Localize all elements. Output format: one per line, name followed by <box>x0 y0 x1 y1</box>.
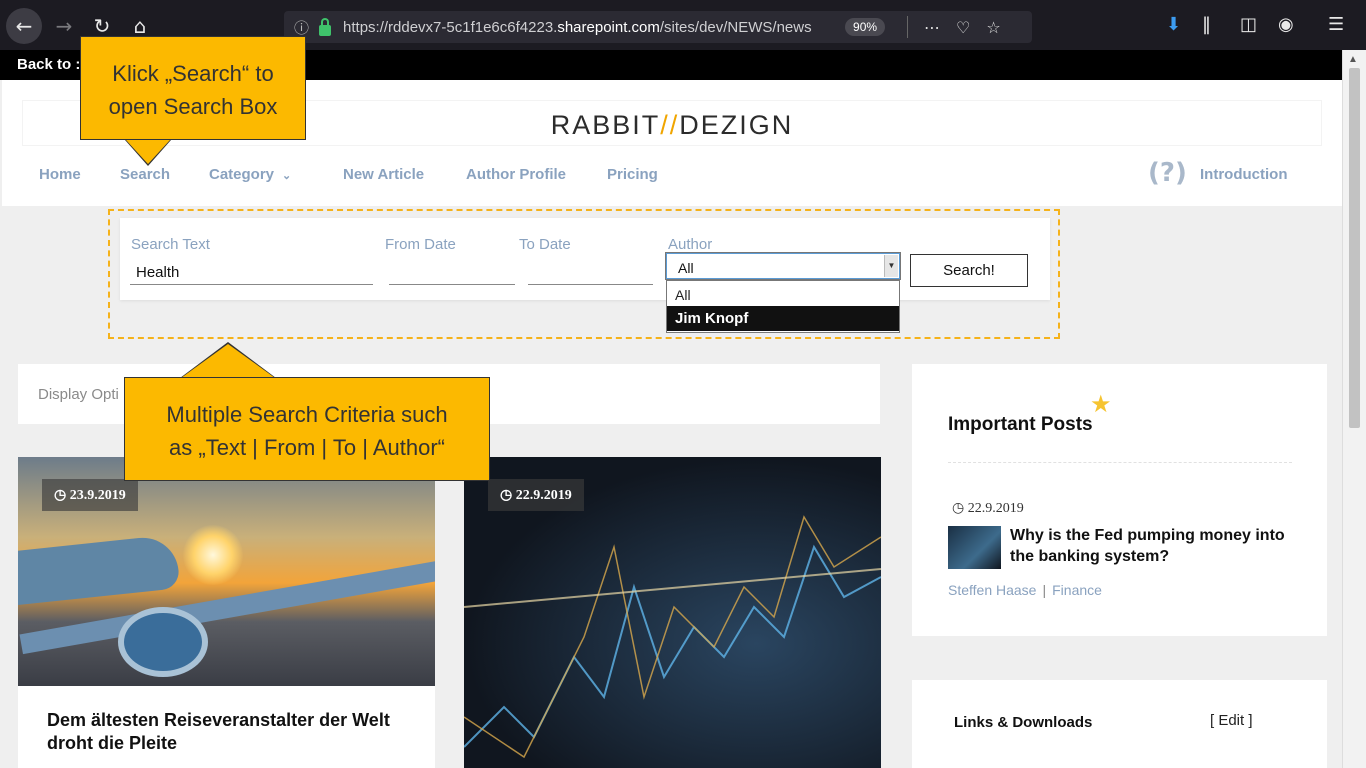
edit-link[interactable]: [ Edit ] <box>1210 712 1253 729</box>
menu-icon[interactable]: ☰ <box>1328 14 1344 35</box>
author-option-all[interactable]: All <box>667 281 899 306</box>
from-date-input[interactable] <box>389 284 515 285</box>
search-text-underline[interactable] <box>130 284 373 285</box>
search-callout-line2: open Search Box <box>108 94 278 119</box>
sun-shape <box>183 525 243 585</box>
page-scrollbar[interactable]: ▲ <box>1342 50 1366 768</box>
date-badge: ◷ 22.9.2019 <box>488 479 584 511</box>
clock-icon: ◷ <box>500 488 513 503</box>
meta-separator: | <box>1042 582 1047 598</box>
clock-icon: ◷ <box>54 488 67 503</box>
dropdown-arrow-icon[interactable]: ▼ <box>884 255 898 277</box>
help-icon[interactable]: (?) <box>1148 158 1187 188</box>
star-icon: ★ <box>1090 391 1112 418</box>
sidebar-icon[interactable]: ◫ <box>1240 14 1257 35</box>
nav-pricing[interactable]: Pricing <box>607 166 658 183</box>
search-text-input[interactable]: Health <box>136 264 179 281</box>
display-options-label[interactable]: Display Opti <box>38 386 119 403</box>
price-line <box>464 544 881 748</box>
nav-introduction[interactable]: Introduction <box>1200 166 1287 183</box>
author-option-jim-knopf[interactable]: Jim Knopf <box>667 306 899 331</box>
scrollbar-thumb[interactable] <box>1349 68 1360 428</box>
criteria-callout-line2: as „Text | From | To | Author“ <box>169 435 445 460</box>
nav-home[interactable]: Home <box>39 166 81 183</box>
post-thumbnail[interactable] <box>948 526 1001 569</box>
callout-pointer <box>126 140 170 164</box>
author-label: Author <box>668 236 713 253</box>
to-date-label: To Date <box>519 236 571 253</box>
nav-author-profile[interactable]: Author Profile <box>466 166 566 183</box>
back-icon[interactable]: ← <box>6 8 42 44</box>
post-title[interactable]: Why is the Fed pumping money into the ba… <box>1010 525 1310 567</box>
download-icon[interactable]: ⬇ <box>1166 14 1181 35</box>
criteria-callout-line1: Multiple Search Criteria such <box>166 402 448 427</box>
nav-category-label: Category <box>209 166 275 183</box>
search-panel: Search Text From Date To Date Author Hea… <box>120 218 1050 300</box>
nav-search[interactable]: Search <box>120 166 170 183</box>
divider <box>948 462 1292 463</box>
article-date: 22.9.2019 <box>515 488 572 503</box>
plane-engine-shape <box>118 607 208 677</box>
callout-pointer <box>181 344 275 378</box>
info-icon[interactable]: ⓘ <box>294 17 309 38</box>
post-author[interactable]: Steffen Haase <box>948 582 1036 598</box>
back-to-label[interactable]: Back to : <box>17 56 80 73</box>
author-selected-value: All <box>678 260 694 276</box>
post-date: ◷ 22.9.2019 <box>952 500 1024 517</box>
zoom-badge[interactable]: 90% <box>845 18 886 36</box>
author-dropdown-list: All Jim Knopf <box>666 280 900 333</box>
search-text-label: Search Text <box>131 236 210 253</box>
library-icon[interactable]: ‖ <box>1202 14 1211 35</box>
search-callout-line1: Klick „Search“ to <box>112 61 274 86</box>
address-bar[interactable]: ⓘ https://rddevx7-5c1f1e6c6f4223.sharepo… <box>284 11 1032 43</box>
links-downloads-title: Links & Downloads <box>954 714 1093 731</box>
important-posts-panel: Important Posts ★ ◷ 22.9.2019 Why is the… <box>912 364 1327 636</box>
plane-fuselage-shape <box>18 534 181 606</box>
trend-line <box>464 568 881 608</box>
lock-icon <box>319 17 332 36</box>
post-date-value: 22.9.2019 <box>967 501 1024 516</box>
bookmark-star-icon[interactable]: ☆ <box>986 18 1000 37</box>
clock-icon: ◷ <box>952 501 965 516</box>
chevron-down-icon: ⌄ <box>282 170 292 182</box>
more-icon[interactable]: ⋯ <box>924 18 940 37</box>
scroll-up-icon[interactable]: ▲ <box>1348 54 1358 65</box>
important-posts-title: Important Posts <box>948 414 1093 435</box>
search-button[interactable]: Search! <box>910 254 1028 287</box>
date-badge: ◷ 23.9.2019 <box>42 479 138 511</box>
url-text[interactable]: https://rddevx7-5c1f1e6c6f4223.sharepoin… <box>343 19 825 36</box>
to-date-input[interactable] <box>528 284 653 285</box>
post-category[interactable]: Finance <box>1052 582 1102 598</box>
nav-category[interactable]: Category ⌄ <box>209 166 291 183</box>
article-title[interactable]: Dem ältesten Reiseveranstalter der Welt … <box>47 709 407 755</box>
links-downloads-panel: Links & Downloads [ Edit ] <box>912 680 1327 768</box>
criteria-callout: Multiple Search Criteria such as „Text |… <box>124 377 490 481</box>
search-callout: Klick „Search“ to open Search Box <box>80 36 306 140</box>
post-meta: Steffen Haase | Finance <box>948 582 1102 598</box>
article-date: 23.9.2019 <box>69 488 126 503</box>
from-date-label: From Date <box>385 236 456 253</box>
article-card[interactable]: ◷ 23.9.2019 Dem ältesten Reiseveranstalt… <box>18 457 435 768</box>
author-select[interactable]: All ▼ <box>665 252 901 280</box>
account-icon[interactable]: ◉ <box>1278 14 1294 35</box>
article-card[interactable]: ◷ 22.9.2019 <box>464 457 881 768</box>
forward-icon[interactable]: → <box>50 10 78 42</box>
divider <box>907 16 909 38</box>
pocket-icon[interactable]: ♡ <box>956 18 970 37</box>
nav-new-article[interactable]: New Article <box>343 166 424 183</box>
